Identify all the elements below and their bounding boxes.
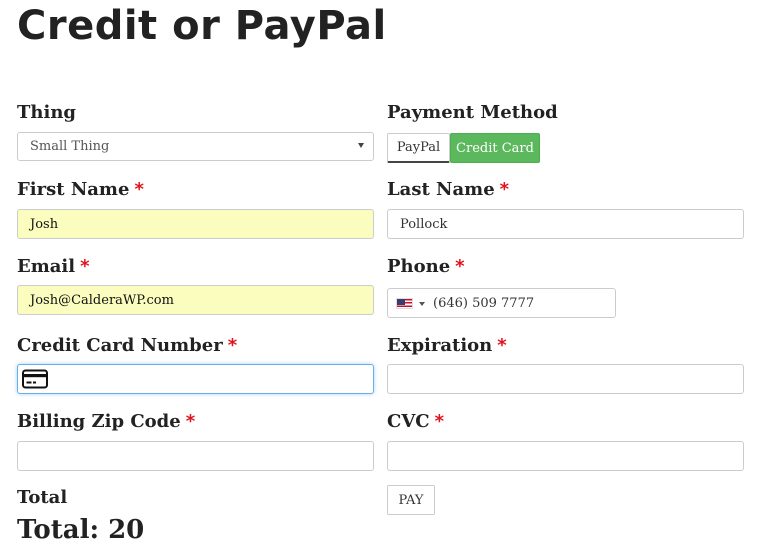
paypal-button-label: PayPal	[396, 140, 441, 155]
required-mark: *	[455, 256, 465, 277]
last-name-value: Pollock	[400, 216, 448, 232]
phone-label: Phone *	[387, 256, 465, 278]
email-input[interactable]: Josh@CalderaWP.com	[17, 285, 374, 315]
email-label: Email *	[17, 256, 90, 278]
expiration-label: Expiration *	[387, 335, 507, 357]
cvc-input[interactable]	[387, 441, 744, 471]
phone-value: (646) 509 7777	[433, 295, 535, 311]
first-name-label: First Name *	[17, 179, 144, 201]
thing-select[interactable]: Small Thing	[17, 132, 374, 161]
required-mark: *	[497, 335, 507, 356]
first-name-input[interactable]: Josh	[17, 209, 374, 239]
expiration-label-text: Expiration	[387, 335, 493, 356]
thing-label: Thing	[17, 102, 76, 124]
cvc-label: CVC *	[387, 411, 444, 433]
chevron-down-icon	[358, 143, 364, 148]
pay-button[interactable]: PAY	[387, 485, 435, 515]
total-label: Total	[17, 487, 68, 508]
last-name-label: Last Name *	[387, 179, 509, 201]
first-name-value: Josh	[30, 216, 59, 232]
pay-button-label: PAY	[398, 492, 424, 508]
paypal-button[interactable]: PayPal	[387, 133, 450, 163]
required-mark: *	[227, 335, 238, 356]
required-mark: *	[434, 411, 445, 432]
thing-label-text: Thing	[17, 102, 76, 123]
required-mark: *	[134, 179, 144, 200]
last-name-input[interactable]: Pollock	[387, 209, 744, 239]
first-name-label-text: First Name	[17, 179, 130, 200]
cvc-label-text: CVC	[387, 411, 430, 432]
phone-label-text: Phone	[387, 256, 451, 277]
billing-zip-label: Billing Zip Code *	[17, 411, 195, 433]
credit-card-icon	[22, 369, 48, 389]
required-mark: *	[80, 256, 90, 277]
caret-down-icon[interactable]	[419, 302, 425, 306]
email-value: Josh@CalderaWP.com	[30, 292, 174, 308]
page-title: Credit or PayPal	[17, 3, 387, 49]
last-name-label-text: Last Name	[387, 179, 495, 200]
required-mark: *	[499, 179, 510, 200]
phone-input[interactable]: (646) 509 7777	[387, 288, 616, 318]
total-value: Total: 20	[17, 515, 145, 545]
email-label-text: Email	[17, 256, 76, 277]
expiration-input[interactable]	[387, 364, 744, 394]
payment-method-label: Payment Method	[387, 102, 558, 124]
billing-zip-input[interactable]	[17, 441, 374, 471]
credit-card-button-label: Credit Card	[456, 140, 534, 156]
us-flag-icon[interactable]	[396, 298, 413, 309]
required-mark: *	[185, 411, 196, 432]
payment-method-label-text: Payment Method	[387, 102, 558, 123]
credit-card-button[interactable]: Credit Card	[450, 133, 540, 163]
card-number-label: Credit Card Number *	[17, 335, 237, 357]
flag-canton	[397, 299, 405, 305]
card-number-label-text: Credit Card Number	[17, 335, 223, 356]
billing-zip-label-text: Billing Zip Code	[17, 411, 181, 432]
card-number-input[interactable]	[17, 364, 374, 394]
thing-select-value: Small Thing	[30, 139, 110, 154]
